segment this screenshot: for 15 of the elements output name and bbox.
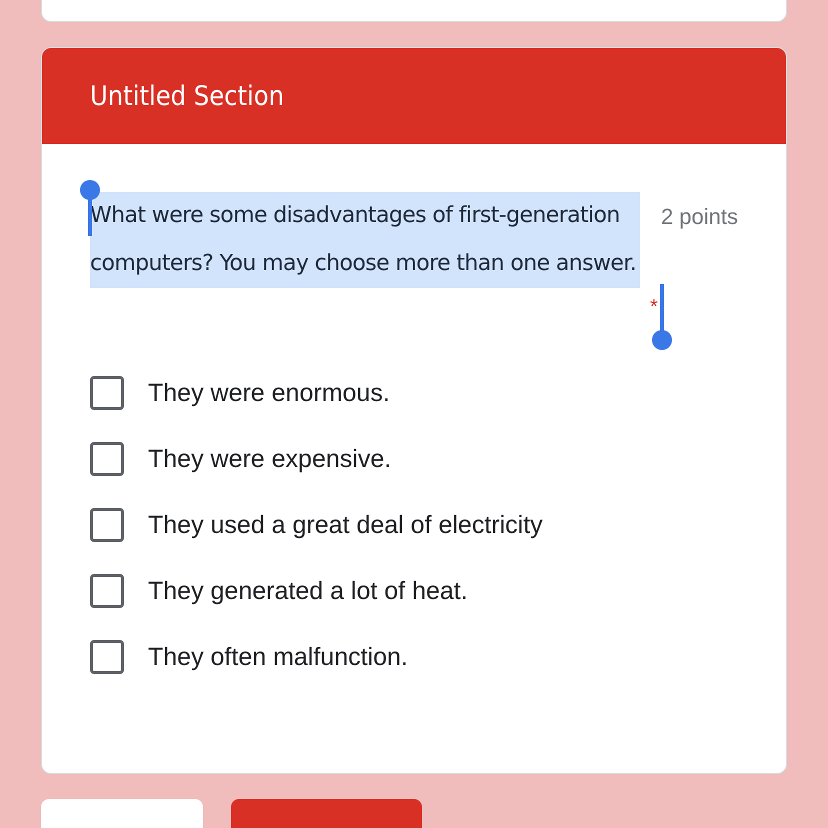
checkbox[interactable]	[90, 376, 124, 410]
section-title: Untitled Section	[90, 80, 284, 112]
option-label: They used a great deal of electricity	[148, 510, 543, 540]
selection-handle-icon[interactable]	[650, 284, 674, 350]
checkbox[interactable]	[90, 574, 124, 608]
points-label: 2 points	[660, 204, 738, 230]
question-text: What were some disadvantages of first-generation computers? You may choose more than one answer.	[90, 192, 640, 288]
required-mark: *	[650, 296, 658, 319]
checkbox[interactable]	[90, 640, 124, 674]
option-label: They were expensive.	[148, 444, 392, 474]
checkbox[interactable]	[90, 442, 124, 476]
option-label: They were enormous.	[148, 378, 390, 408]
checkbox[interactable]	[90, 508, 124, 542]
option-label: They generated a lot of heat.	[148, 576, 468, 606]
option-label: They often malfunction.	[148, 642, 408, 672]
